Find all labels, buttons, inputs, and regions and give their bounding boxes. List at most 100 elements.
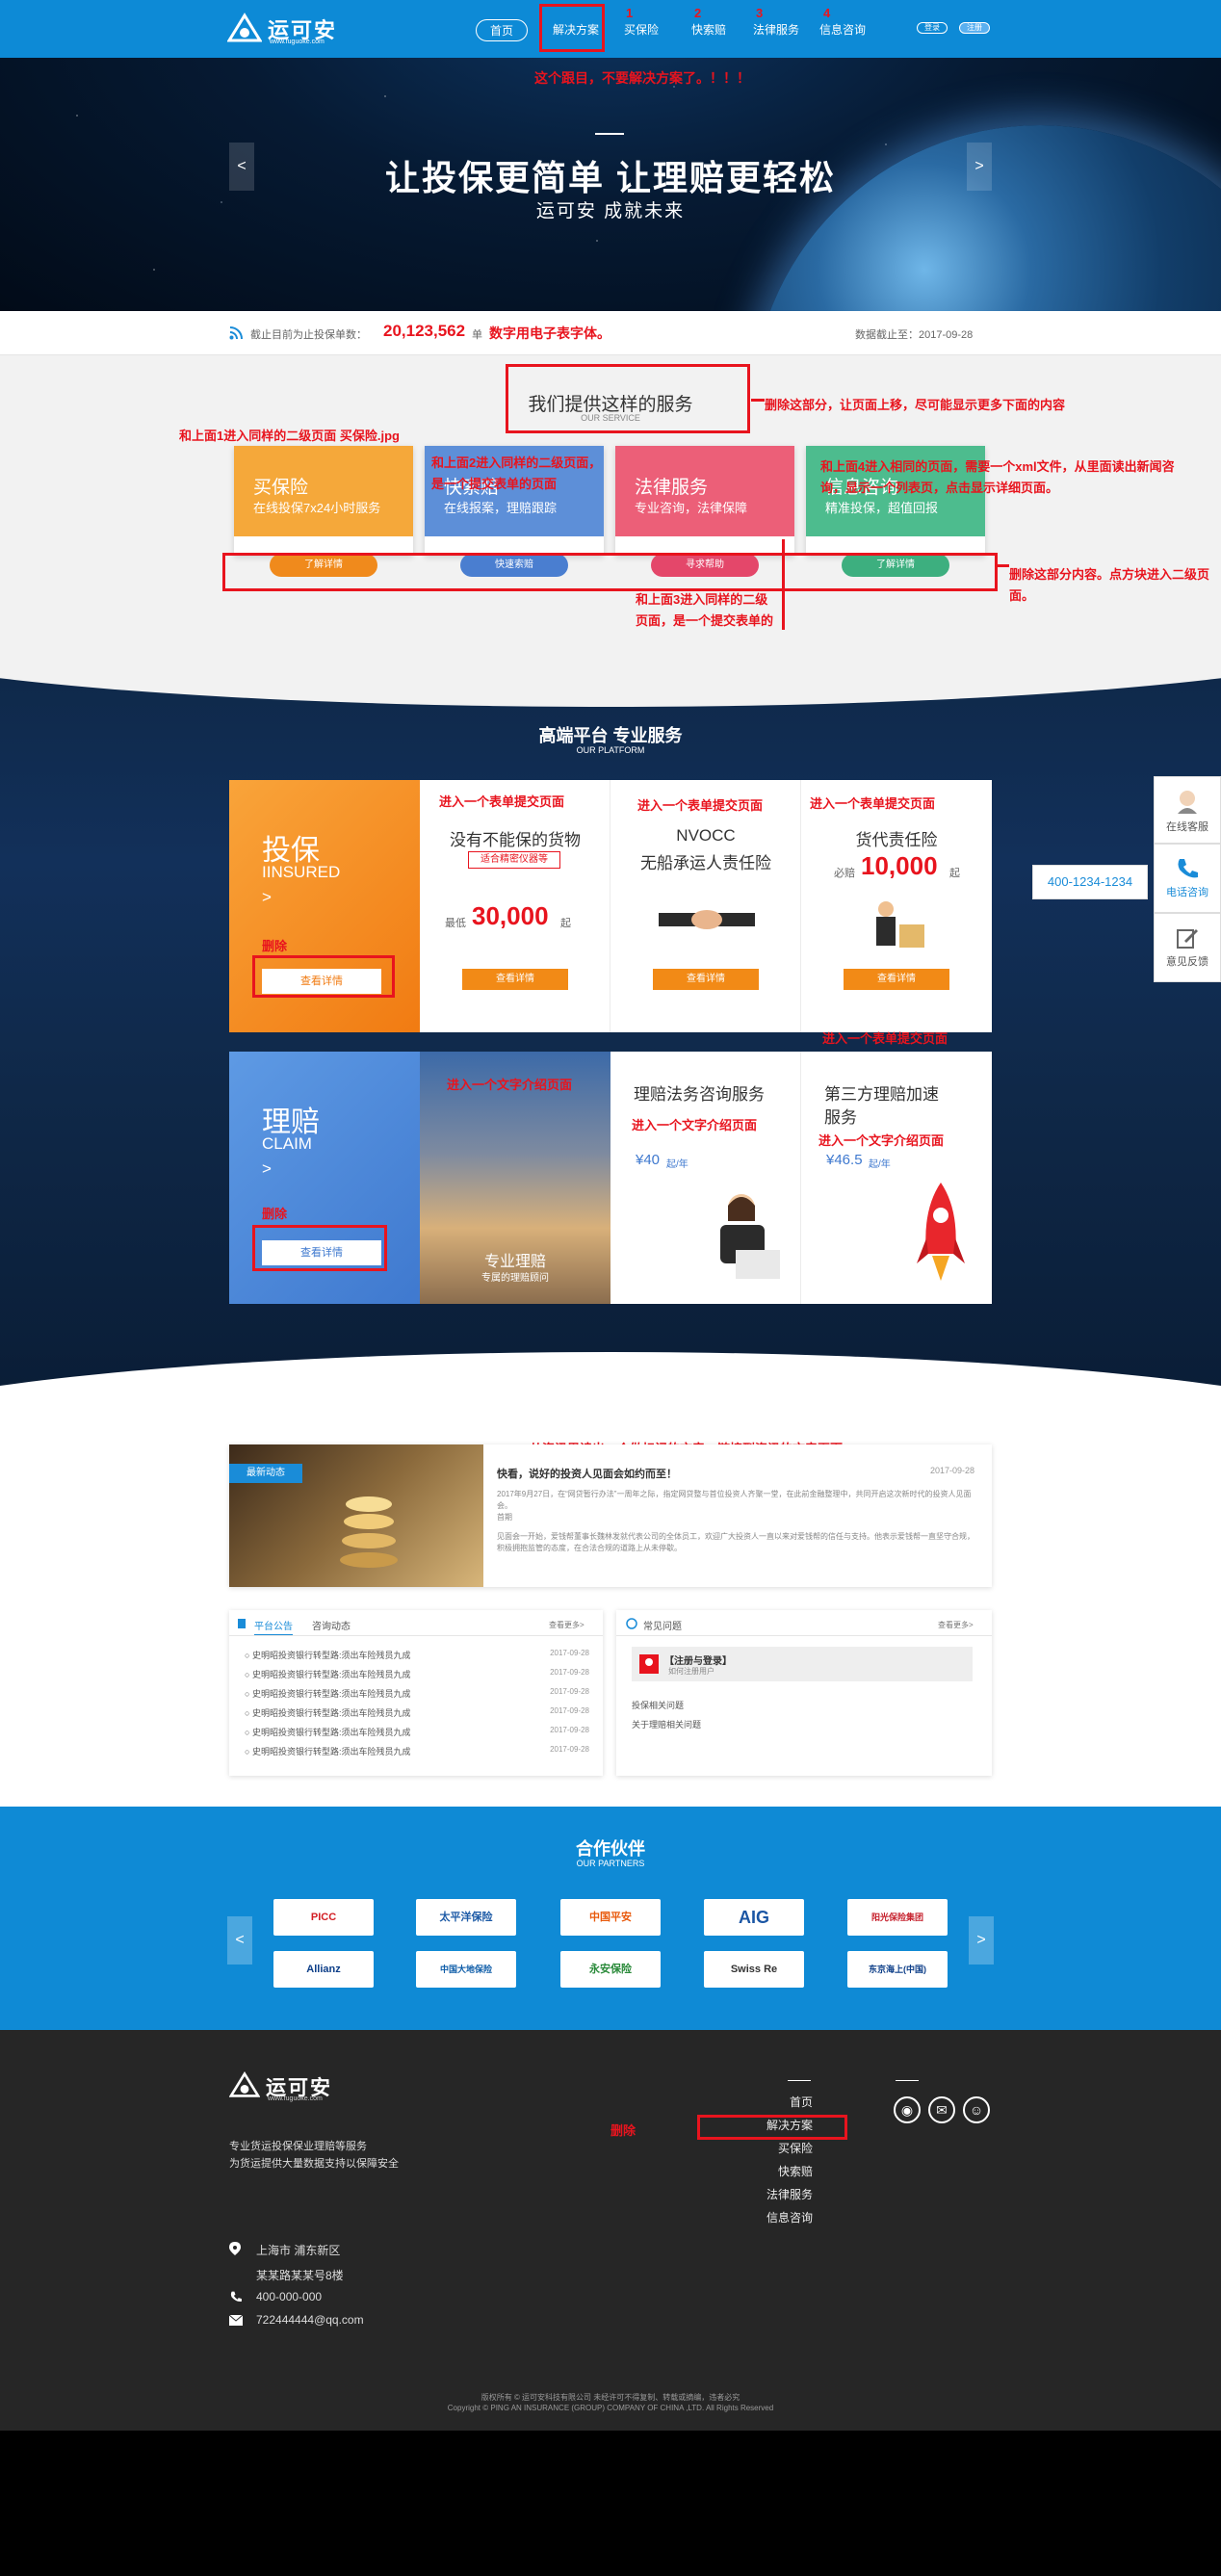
annotation-num-3: 3 [756, 6, 764, 20]
footer-phone: 400-000-000 [256, 2290, 323, 2303]
banner-title: 让投保更简单 让理赔更轻松 [384, 158, 836, 197]
claim-item-caption: 专业理赔 [483, 1254, 546, 1270]
service-card-buy[interactable]: 买保险 在线投保7x24小时服务 了解详情 [234, 446, 413, 577]
annotation-form-2: 进入一个表单提交页面 [637, 798, 764, 813]
list-item[interactable]: ○ 史明昭投资银行转型路:须出车险残员九成 [245, 1687, 410, 1700]
news-featured[interactable]: 最新动态 快看，说好的投资人见面会如约而至！ 2017-09-28 2017年9… [229, 1444, 992, 1587]
news-headline[interactable]: 快看，说好的投资人见面会如约而至！ [497, 1466, 677, 1481]
annotation-box-nav [539, 4, 605, 52]
annotation-text-1: 进入一个文字介绍页面 [447, 1078, 573, 1092]
insure-en: IINSURED [262, 863, 341, 881]
announcements-more-link[interactable]: 查看更多> [549, 1620, 585, 1630]
annotation-delete-2: 删除 [262, 1207, 288, 1221]
claim-item-price: ¥40 [636, 1152, 661, 1168]
weibo-icon[interactable]: ◉ [894, 2096, 921, 2123]
list-item[interactable]: ○ 史明昭投资银行转型路:须出车险残员九成 [245, 1668, 410, 1680]
faq-more-link[interactable]: 查看更多> [938, 1620, 974, 1630]
nav-buy-insurance[interactable]: 买保险 [624, 21, 659, 38]
news-para-1-tail: 首期 [497, 1513, 512, 1522]
faq-register-card[interactable]: 【注册与登录】 如何注册用户 [632, 1647, 973, 1681]
service-card-legal[interactable]: 法律服务 专业咨询，法律保障 寻求帮助 [615, 446, 794, 577]
nav-claims[interactable]: 快索赔 [691, 21, 726, 38]
login-button[interactable]: 登录 [917, 22, 948, 34]
annotation-box-claim-button [252, 1225, 387, 1271]
list-item[interactable]: ○ 史明昭投资银行转型路:须出车险残员九成 [245, 1706, 410, 1719]
insure-item-button[interactable]: 查看详情 [653, 969, 759, 990]
annotation-card4: 和上面4进入相同的页面，需要一个xml文件，从里面读出新闻咨询，显示一个列表页，… [820, 459, 1175, 495]
platform-curve-bottom [0, 1352, 1221, 1402]
claim-arrow: > [262, 1159, 272, 1178]
footer-link-buy[interactable]: 买保险 [697, 2140, 813, 2156]
partner-logo[interactable]: AIG [704, 1899, 804, 1936]
side-phone-number[interactable]: 400-1234-1234 [1032, 865, 1148, 899]
partner-logo[interactable]: 东京海上(中国) [847, 1951, 948, 1988]
annotation-box-footer-link [697, 2115, 847, 2140]
partners-next-button[interactable]: > [969, 1916, 994, 1965]
question-icon [626, 1618, 637, 1629]
claim-item-price: ¥46.5 [826, 1152, 863, 1168]
insure-item-price: 30,000 [472, 901, 549, 930]
nav-home[interactable]: 首页 [476, 19, 529, 41]
partner-logo[interactable]: 太平洋保险 [416, 1899, 516, 1936]
tab-news[interactable]: 咨询动态 [312, 1618, 351, 1632]
annotation-num-1: 1 [626, 6, 634, 20]
partners-title: 合作伙伴 [576, 1839, 645, 1859]
footer-link-home[interactable]: 首页 [697, 2094, 813, 2110]
user-icon [639, 1654, 659, 1674]
nav-info[interactable]: 信息咨询 [819, 21, 866, 38]
bottom-blank [0, 2431, 1221, 2576]
insure-item-button[interactable]: 查看详情 [462, 969, 568, 990]
side-phone[interactable]: 电话咨询 [1154, 844, 1221, 913]
footer-link-legal[interactable]: 法律服务 [697, 2186, 813, 2202]
list-item-date: 2017-09-28 [550, 1726, 589, 1734]
list-item[interactable]: ○ 史明昭投资银行转型路:须出车险残员九成 [245, 1745, 410, 1757]
platform-subtitle: OUR PLATFORM [576, 745, 645, 755]
tab-announcements[interactable]: 平台公告 [254, 1618, 293, 1636]
divider [229, 1635, 603, 1636]
partner-logo[interactable]: 永安保险 [560, 1951, 661, 1988]
insure-item-nvocc[interactable]: NVOCC 无船承运人责任险 查看详情 [610, 780, 801, 1032]
side-feedback[interactable]: 意见反馈 [1154, 913, 1221, 982]
list-item[interactable]: ○ 史明昭投资银行转型路:须出车险残员九成 [245, 1726, 410, 1738]
footer-link-info[interactable]: 信息咨询 [697, 2209, 813, 2225]
footer-email: 722444444@qq.com [256, 2313, 364, 2327]
footer-link-claims[interactable]: 快索赔 [697, 2163, 813, 2179]
insure-item-goods[interactable]: 没有不能保的货物 适合精密仪器等 最低 30,000 起 查看详情 [420, 780, 610, 1032]
logo[interactable]: 运可安 www.fuguoke.com [227, 12, 352, 46]
stats-bar: 截止目前为止投保单数： 20,123,562 单 数字用电子表字体。 数据截止至… [0, 311, 1221, 355]
faq-badge: 【注册与登录】 [664, 1656, 732, 1667]
nav-legal[interactable]: 法律服务 [753, 21, 799, 38]
news-badge: 最新动态 [229, 1464, 302, 1483]
claim-item-accelerate[interactable]: 第三方理赔加速 服务 ¥46.5 起/年 [801, 1052, 992, 1304]
partner-logo[interactable]: 中国大地保险 [416, 1951, 516, 1988]
news-para-2: 见面会一开始，爱钱帮董事长魏林发就代表公司的全体员工，欢迎广大投资人一直以来对爱… [497, 1532, 974, 1552]
faq-panel: 常见问题 查看更多> 【注册与登录】 如何注册用户 投保相关问题 关于理赔相关问… [616, 1610, 992, 1776]
partner-logo[interactable]: PICC [273, 1899, 374, 1936]
partner-logo[interactable]: Swiss Re [704, 1951, 804, 1988]
faq-item[interactable]: 投保相关问题 [632, 1699, 684, 1711]
list-item-title: 史明昭投资银行转型路:须出车险残员九成 [251, 1747, 411, 1756]
businessman-image [876, 901, 924, 948]
partner-logo[interactable]: 阳光保险集团 [847, 1899, 948, 1936]
list-item-title: 史明昭投资银行转型路:须出车险残员九成 [251, 1689, 411, 1699]
banner-prev-button[interactable]: < [229, 143, 254, 191]
edit-icon [1177, 929, 1198, 949]
list-item-date: 2017-09-28 [550, 1745, 589, 1754]
list-item[interactable]: ○ 史明昭投资银行转型路:须出车险残员九成 [245, 1649, 410, 1661]
claim-item-legal[interactable]: 理赔法务咨询服务 ¥40 起/年 [610, 1052, 801, 1304]
insure-item-forwarder[interactable]: 货代责任险 必赔 10,000 起 查看详情 [801, 780, 992, 1032]
faq-item[interactable]: 关于理赔相关问题 [632, 1718, 701, 1730]
partner-logo[interactable]: 中国平安 [560, 1899, 661, 1936]
handshake-image [659, 910, 755, 929]
partner-logo[interactable]: Allianz [273, 1951, 374, 1988]
insure-item-button[interactable]: 查看详情 [844, 969, 949, 990]
qq-icon[interactable]: ☺ [963, 2096, 990, 2123]
platform-title: 高端平台 专业服务 [538, 726, 683, 745]
side-online-service-label: 在线客服 [1166, 821, 1208, 833]
banner-next-button[interactable]: > [967, 143, 992, 191]
wechat-icon[interactable]: ✉ [928, 2096, 955, 2123]
side-online-service[interactable]: 在线客服 [1154, 776, 1221, 844]
copyright-1: 版权所有 © 运可安科技有限公司 未经许可不得复制、转载或摘编，违者必究 [481, 2393, 740, 2402]
partners-prev-button[interactable]: < [227, 1916, 252, 1965]
register-button[interactable]: 注册 [959, 22, 990, 34]
